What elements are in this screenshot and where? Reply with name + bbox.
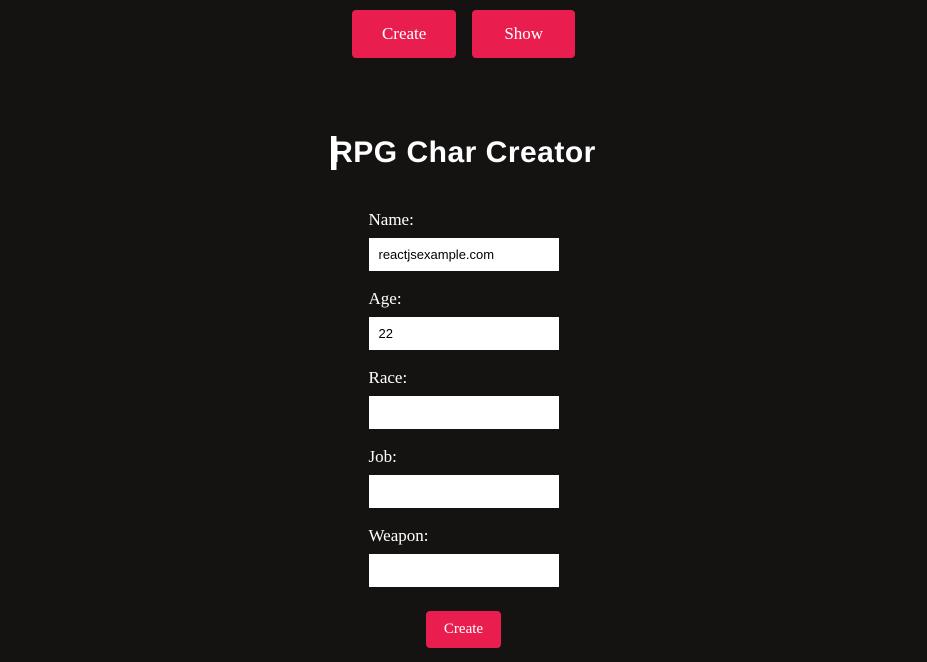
- form-group-age: Age:: [369, 289, 559, 350]
- weapon-input[interactable]: [369, 554, 559, 587]
- main-content: RPG Char Creator Name: Age: Race: Job: W…: [0, 136, 927, 648]
- form-group-weapon: Weapon:: [369, 526, 559, 587]
- race-label: Race:: [369, 368, 559, 388]
- page-title-wrapper: RPG Char Creator: [331, 136, 596, 210]
- form-group-name: Name:: [369, 210, 559, 271]
- form-group-job: Job:: [369, 447, 559, 508]
- weapon-label: Weapon:: [369, 526, 559, 546]
- age-input[interactable]: [369, 317, 559, 350]
- job-label: Job:: [369, 447, 559, 467]
- name-label: Name:: [369, 210, 559, 230]
- submit-container: Create: [369, 611, 559, 648]
- nav-create-button[interactable]: Create: [352, 10, 456, 58]
- page-title: RPG Char Creator: [331, 136, 596, 170]
- job-input[interactable]: [369, 475, 559, 508]
- race-input[interactable]: [369, 396, 559, 429]
- submit-create-button[interactable]: Create: [426, 611, 501, 648]
- age-label: Age:: [369, 289, 559, 309]
- char-form: Name: Age: Race: Job: Weapon: Create: [369, 210, 559, 648]
- name-input[interactable]: [369, 238, 559, 271]
- form-group-race: Race:: [369, 368, 559, 429]
- nav-show-button[interactable]: Show: [472, 10, 575, 58]
- top-nav: Create Show: [0, 0, 927, 58]
